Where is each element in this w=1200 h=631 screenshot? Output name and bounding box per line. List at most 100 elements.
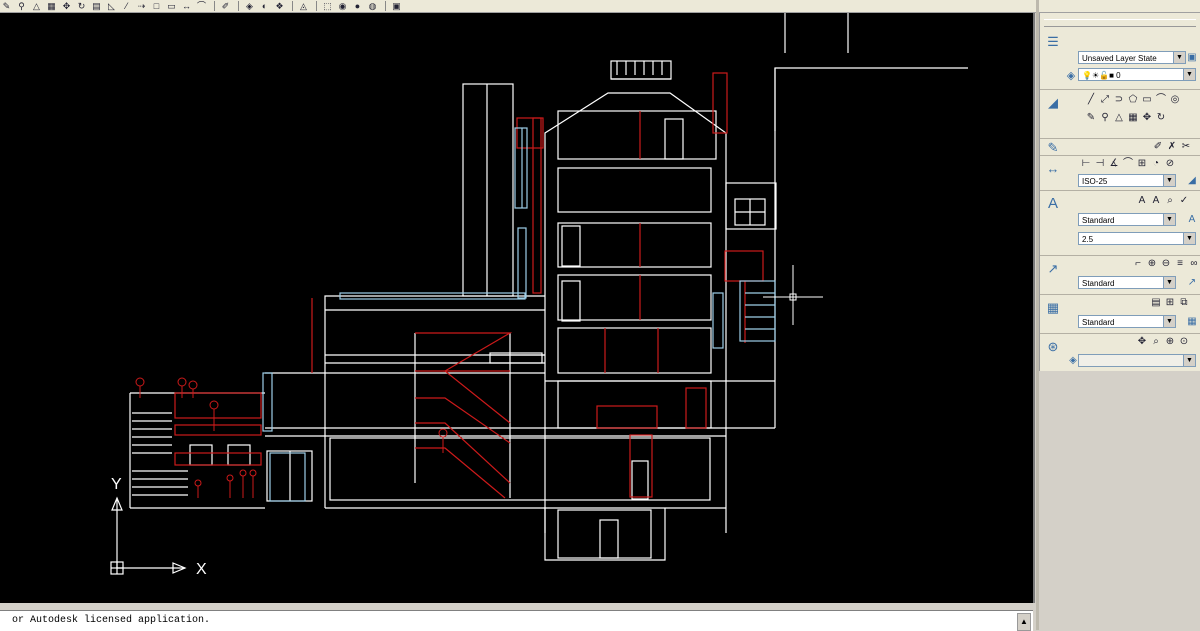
- layer-dropdown[interactable]: 💡☀🔓■ 0 ▼: [1078, 68, 1196, 81]
- rotate-icon[interactable]: ↻: [1155, 112, 1167, 124]
- mleader-style-dropdown[interactable]: Standard ▼: [1078, 276, 1176, 289]
- ruler-icon[interactable]: ◺: [105, 1, 118, 12]
- zoom-extents-icon[interactable]: ⊙: [1178, 336, 1190, 348]
- text-panel: A A A ⌕ ✓ Standard ▼ A 2.5 ▼: [1040, 191, 1200, 256]
- arc-icon[interactable]: ⌒: [1155, 94, 1167, 106]
- spell-check-icon[interactable]: ✓: [1178, 195, 1190, 207]
- erase-icon[interactable]: ✗: [1166, 141, 1178, 153]
- view-icon[interactable]: ◬: [297, 1, 310, 12]
- multileader-icon[interactable]: ⌐: [1132, 258, 1144, 270]
- triangle-icon[interactable]: △: [1113, 112, 1125, 124]
- linear-dimension-icon[interactable]: ⊢: [1080, 158, 1092, 170]
- mleader-style-manager-icon[interactable]: ↗: [1186, 277, 1198, 289]
- line-icon[interactable]: ⁄: [120, 1, 133, 12]
- diameter-dimension-icon[interactable]: ⊘: [1164, 158, 1176, 170]
- chevron-down-icon[interactable]: ▼: [1183, 233, 1195, 244]
- shade-icon[interactable]: ◉: [336, 1, 349, 12]
- light-icon[interactable]: ◐: [258, 1, 271, 12]
- single-line-text-icon[interactable]: A: [1150, 195, 1162, 207]
- line-icon[interactable]: ╱: [1085, 94, 1097, 106]
- match-properties-icon[interactable]: ⚲: [15, 1, 28, 12]
- table-link-icon[interactable]: ⧉: [1178, 297, 1190, 309]
- drawing-viewport[interactable]: Y X: [0, 13, 1035, 603]
- walk-icon[interactable]: ❖: [273, 1, 286, 12]
- draw-panel-icon[interactable]: ◢: [1044, 94, 1062, 112]
- grid-icon[interactable]: ▦: [1127, 112, 1139, 124]
- layer-manager-icon[interactable]: ▣: [390, 1, 403, 12]
- add-leader-icon[interactable]: ⊕: [1146, 258, 1158, 270]
- remove-leader-icon[interactable]: ⊖: [1160, 258, 1172, 270]
- quick-dimension-icon[interactable]: ⊞: [1136, 158, 1148, 170]
- construction-line-icon[interactable]: ⤢: [1099, 94, 1111, 106]
- chevron-down-icon[interactable]: ▼: [1173, 52, 1185, 63]
- chevron-down-icon[interactable]: ▼: [1183, 69, 1195, 80]
- palette-grip[interactable]: [1044, 19, 1196, 27]
- layer-state-dropdown[interactable]: Unsaved Layer State ▼: [1078, 51, 1186, 64]
- square-icon[interactable]: ▭: [165, 1, 178, 12]
- render-icon[interactable]: ◈: [243, 1, 256, 12]
- pan-icon[interactable]: ✥: [1136, 336, 1148, 348]
- document-icon[interactable]: ▤: [90, 1, 103, 12]
- toolbar-separator: [238, 1, 239, 11]
- move-icon[interactable]: ✥: [1141, 112, 1153, 124]
- radius-dimension-icon[interactable]: ◔: [1150, 158, 1162, 170]
- text-height-dropdown[interactable]: 2.5 ▼: [1078, 232, 1196, 245]
- zoom-in-icon[interactable]: ⊕: [1164, 336, 1176, 348]
- arrow-line-icon[interactable]: ⇢: [135, 1, 148, 12]
- zoom-window-icon[interactable]: ⌕: [1150, 336, 1162, 348]
- dimension-panel-icon[interactable]: ↔: [1044, 160, 1062, 178]
- text-style-dropdown[interactable]: Standard ▼: [1078, 213, 1176, 226]
- match-properties-icon[interactable]: ⚲: [1099, 112, 1111, 124]
- rectangle-icon[interactable]: □: [150, 1, 163, 12]
- chevron-down-icon[interactable]: ▼: [1163, 214, 1175, 225]
- trim-icon[interactable]: ✂: [1180, 141, 1192, 153]
- layers-icon[interactable]: ☰: [1044, 33, 1062, 51]
- rectangle-icon[interactable]: ▭: [1141, 94, 1153, 106]
- table-style-manager-icon[interactable]: ▦: [1186, 316, 1198, 328]
- multiline-text-icon[interactable]: A: [1136, 195, 1148, 207]
- aligned-dimension-icon[interactable]: ⊣: [1094, 158, 1106, 170]
- edit-icon[interactable]: ✐: [1152, 141, 1164, 153]
- named-view-dropdown[interactable]: ▼: [1078, 354, 1196, 367]
- modify-panel-icon[interactable]: ✎: [1044, 139, 1062, 157]
- angular-dimension-icon[interactable]: ∡: [1108, 158, 1120, 170]
- table-cell-icon[interactable]: ⊞: [1164, 297, 1176, 309]
- command-line-scrollbar[interactable]: ▲: [1017, 613, 1031, 631]
- circle-icon[interactable]: ◎: [1169, 94, 1181, 106]
- white-linework: [129, 13, 968, 561]
- command-line[interactable]: or Autodesk licensed application. ▲: [0, 610, 1033, 631]
- align-leader-icon[interactable]: ≡: [1174, 258, 1186, 270]
- pencil-icon[interactable]: ✎: [0, 1, 13, 12]
- text-panel-icon[interactable]: A: [1044, 195, 1062, 213]
- dim-style-manager-icon[interactable]: ◢: [1186, 175, 1198, 187]
- chevron-down-icon[interactable]: ▼: [1163, 277, 1175, 288]
- ucs-icon: [110, 496, 187, 575]
- curve-icon[interactable]: ⌒: [195, 1, 208, 12]
- text-style-manager-icon[interactable]: A: [1186, 214, 1198, 226]
- chevron-down-icon[interactable]: ▼: [1183, 355, 1195, 366]
- polyline-icon[interactable]: ⊃: [1113, 94, 1125, 106]
- pencil-icon[interactable]: ✎: [1085, 112, 1097, 124]
- find-text-icon[interactable]: ⌕: [1164, 195, 1176, 207]
- cube-icon[interactable]: ⬚: [321, 1, 334, 12]
- chevron-down-icon[interactable]: ▼: [1163, 175, 1175, 186]
- table-panel-icon[interactable]: ▦: [1044, 299, 1062, 317]
- chevron-down-icon[interactable]: ▼: [1163, 316, 1175, 327]
- arc-length-icon[interactable]: ⌒: [1122, 158, 1134, 170]
- lamp-icon[interactable]: ◍: [366, 1, 379, 12]
- polygon-icon[interactable]: ⬠: [1127, 94, 1139, 106]
- layer-state-manager-icon[interactable]: ▣: [1186, 52, 1198, 64]
- orbit-icon[interactable]: ↻: [75, 1, 88, 12]
- table-style-dropdown[interactable]: Standard ▼: [1078, 315, 1176, 328]
- collect-leader-icon[interactable]: ∞: [1188, 258, 1200, 270]
- insert-table-icon[interactable]: ▤: [1150, 297, 1162, 309]
- triangle-icon[interactable]: △: [30, 1, 43, 12]
- brush-icon[interactable]: ✐: [219, 1, 232, 12]
- dim-style-dropdown[interactable]: ISO-25 ▼: [1078, 174, 1176, 187]
- move-icon[interactable]: ↔: [180, 1, 193, 12]
- multileader-panel-icon[interactable]: ↗: [1044, 260, 1062, 278]
- grid-icon[interactable]: ▦: [45, 1, 58, 12]
- material-icon[interactable]: ●: [351, 1, 364, 12]
- pan-icon[interactable]: ✥: [60, 1, 73, 12]
- navigation-panel-icon[interactable]: ⊛: [1044, 338, 1062, 356]
